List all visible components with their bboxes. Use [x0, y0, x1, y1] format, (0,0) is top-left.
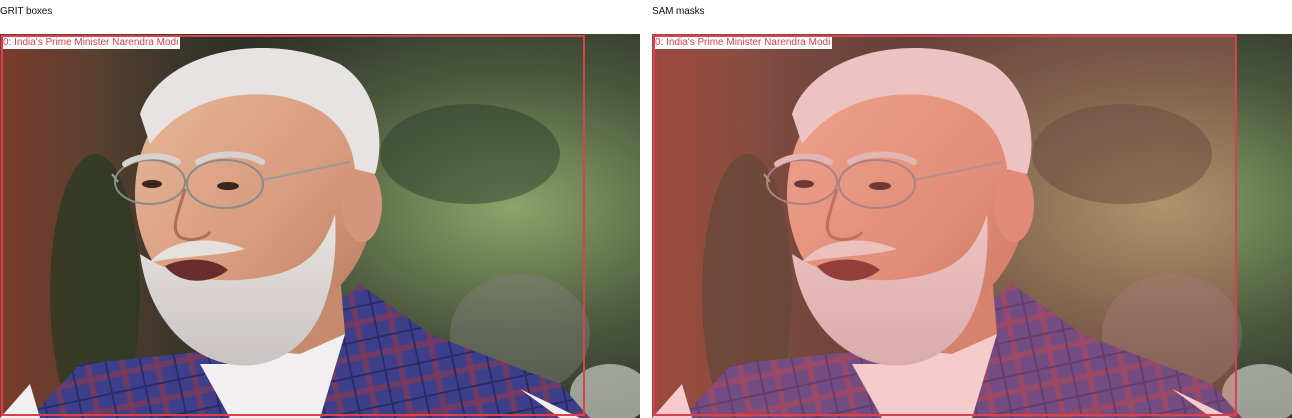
detection-box[interactable]: 0: India's Prime Minister Narendra Modi — [1, 35, 585, 416]
sam-masks-panel: SAM masks 0: India's Prime Minister Nare… — [652, 0, 1292, 418]
detection-box-label: 0: India's Prime Minister Narendra Modi — [3, 37, 181, 49]
detection-box[interactable]: 0: India's Prime Minister Narendra Modi — [653, 35, 1237, 416]
panel-title: SAM masks — [652, 6, 705, 17]
detection-box-label: 0: India's Prime Minister Narendra Modi — [655, 37, 833, 49]
panel-title: GRIT boxes — [0, 6, 53, 17]
grit-boxes-panel: GRIT boxes 0: India's Prime Minister Nar… — [0, 0, 640, 418]
